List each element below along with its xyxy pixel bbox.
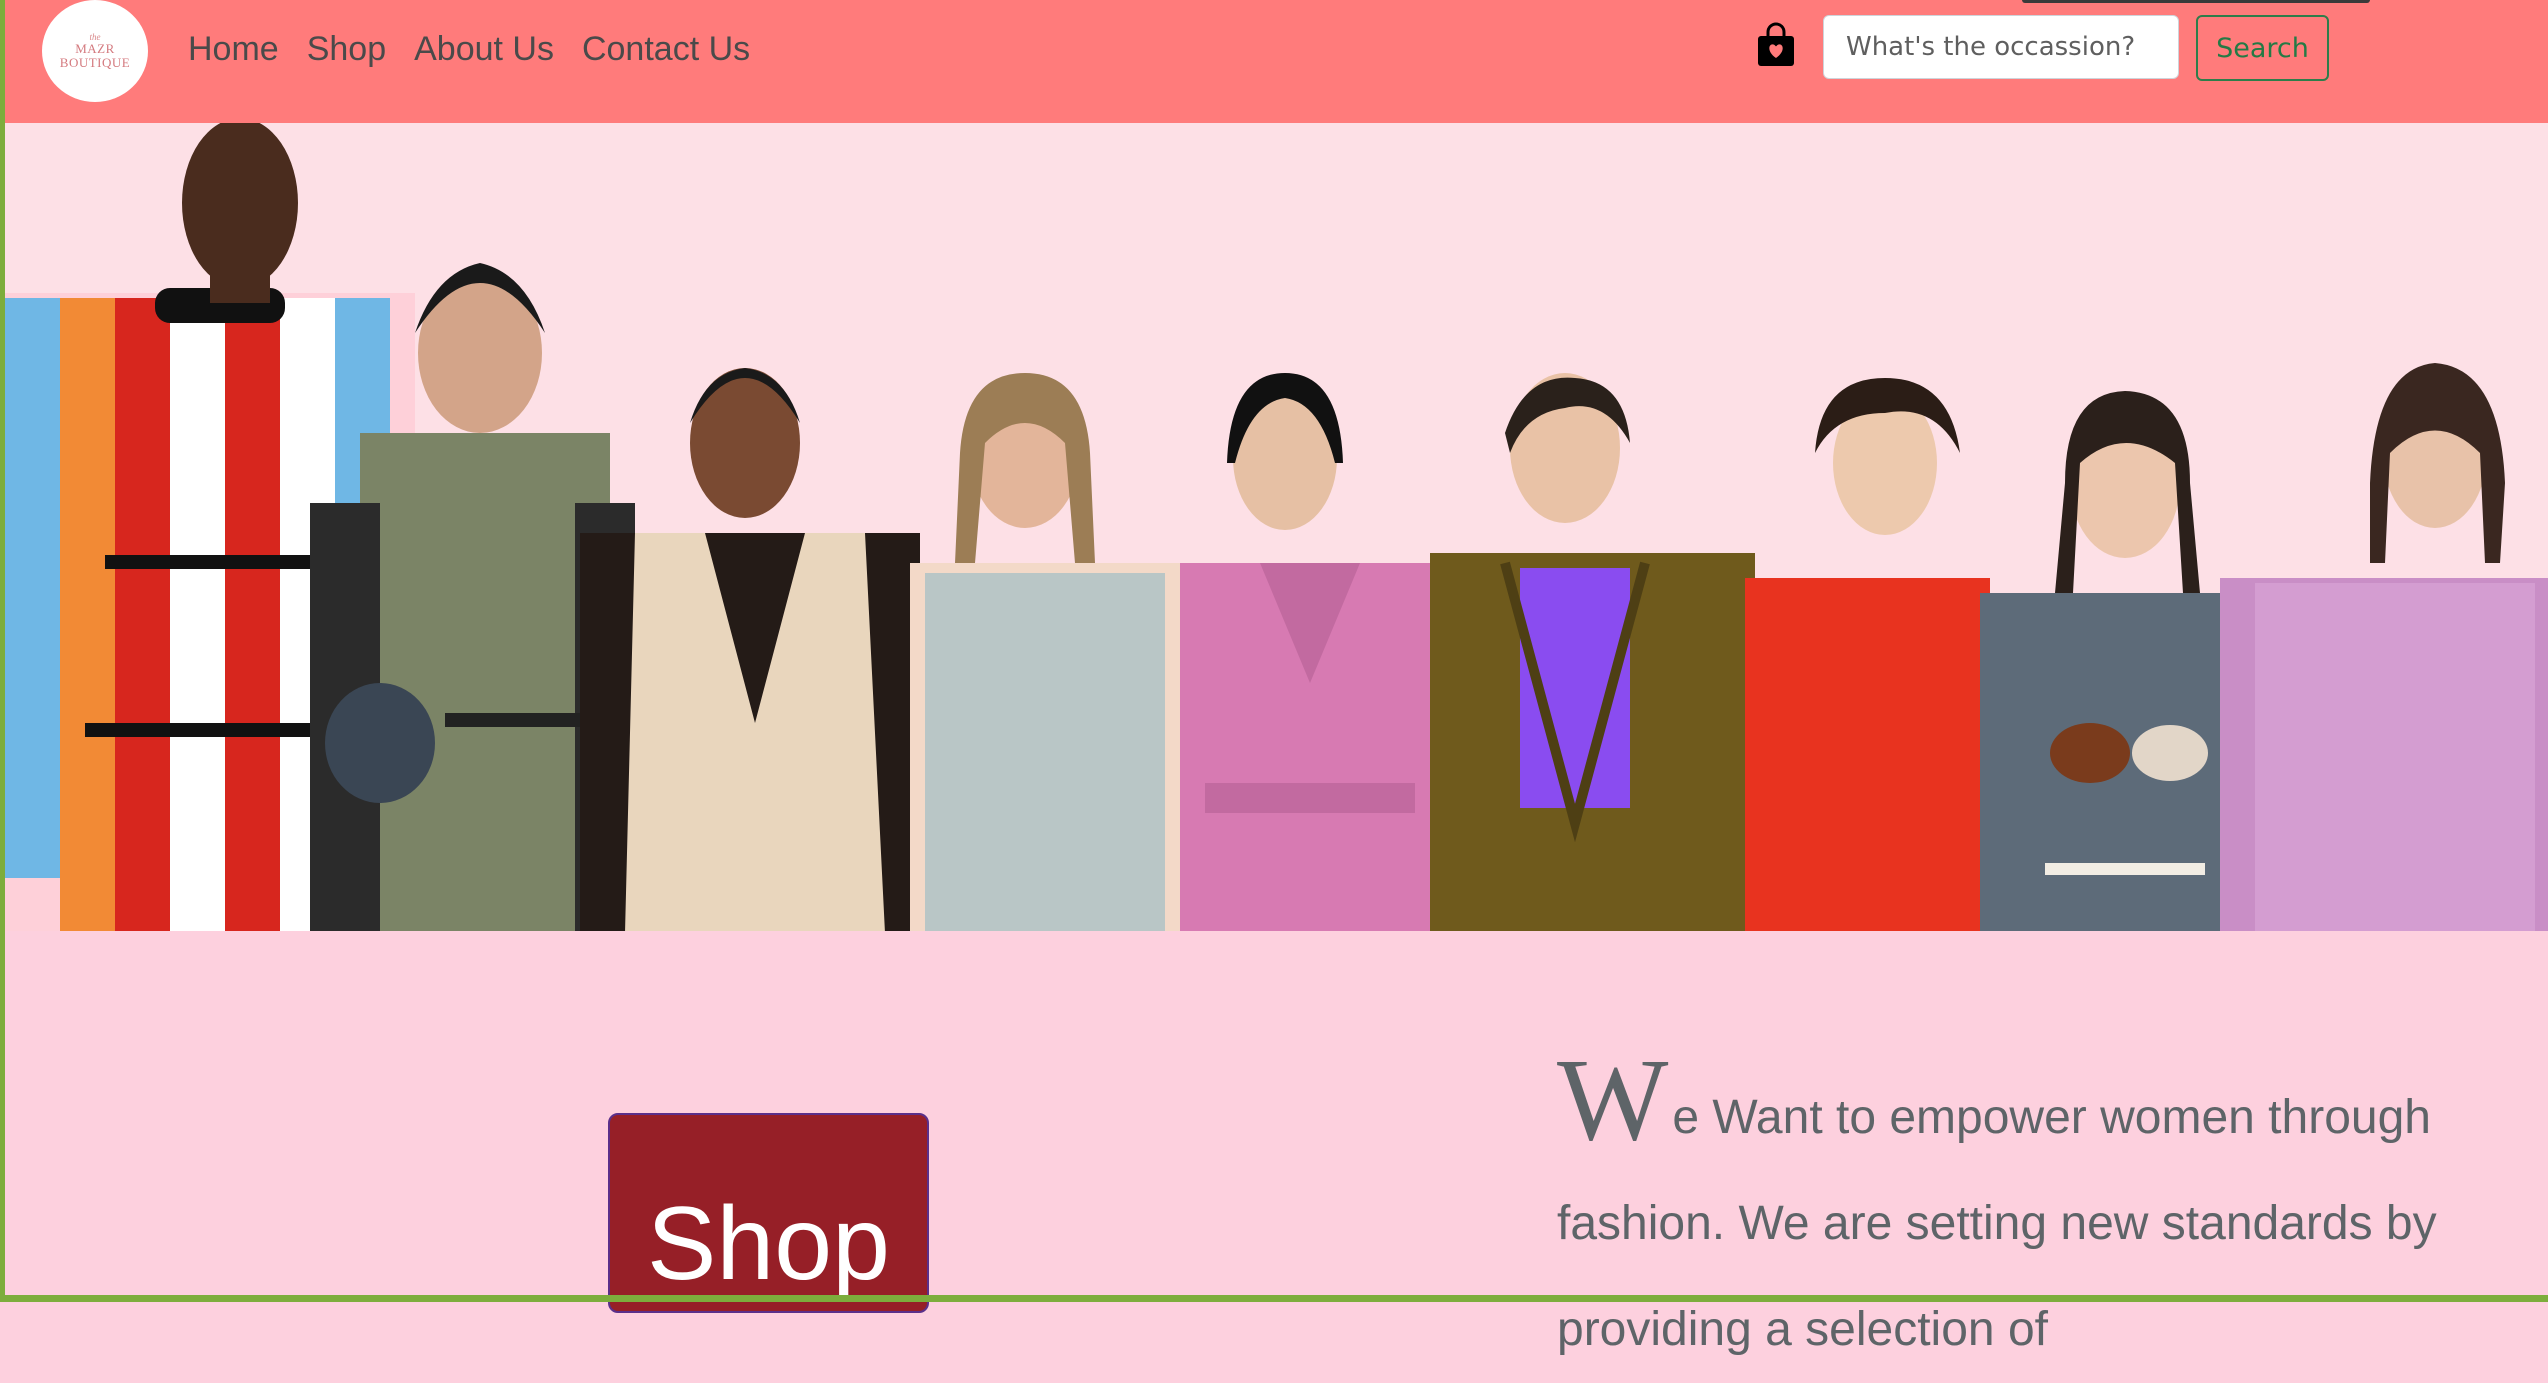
brand-logo[interactable]: the MAZR BOUTIQUE — [42, 0, 148, 102]
logo-text-brand: MAZR — [75, 41, 115, 56]
window-frame-bottom — [0, 1295, 2548, 1302]
logo-text-boutique: BOUTIQUE — [59, 55, 131, 70]
nav-links: Home Shop About Us Contact Us — [188, 26, 778, 72]
top-overlay-strip — [2022, 0, 2370, 3]
shopping-bag-icon[interactable] — [1756, 22, 1796, 68]
model-7 — [1745, 378, 1990, 931]
navbar: the MAZR BOUTIQUE Home Shop About Us Con… — [0, 0, 2548, 123]
mission-statement: We Want to empower women through fashion… — [1557, 1041, 2457, 1383]
window-frame-left — [0, 0, 5, 1302]
shop-cta-button[interactable]: Shop — [608, 1113, 929, 1313]
search-button[interactable]: Search — [2196, 15, 2329, 81]
model-3 — [580, 368, 920, 931]
model-4 — [910, 373, 1180, 931]
nav-link-shop[interactable]: Shop — [307, 26, 386, 72]
mission-dropcap: W — [1557, 1034, 1669, 1165]
model-9 — [2220, 363, 2548, 931]
model-5 — [1180, 373, 1440, 931]
model-6 — [1430, 373, 1755, 931]
mission-text: e Want to empower women through fashion.… — [1557, 1091, 2437, 1356]
hero-banner — [5, 123, 2548, 931]
search-input[interactable] — [1823, 15, 2179, 79]
nav-link-home[interactable]: Home — [188, 26, 279, 72]
runway-models-image — [5, 123, 2548, 931]
nav-link-contact-us[interactable]: Contact Us — [582, 26, 750, 72]
nav-link-about-us[interactable]: About Us — [414, 26, 554, 72]
